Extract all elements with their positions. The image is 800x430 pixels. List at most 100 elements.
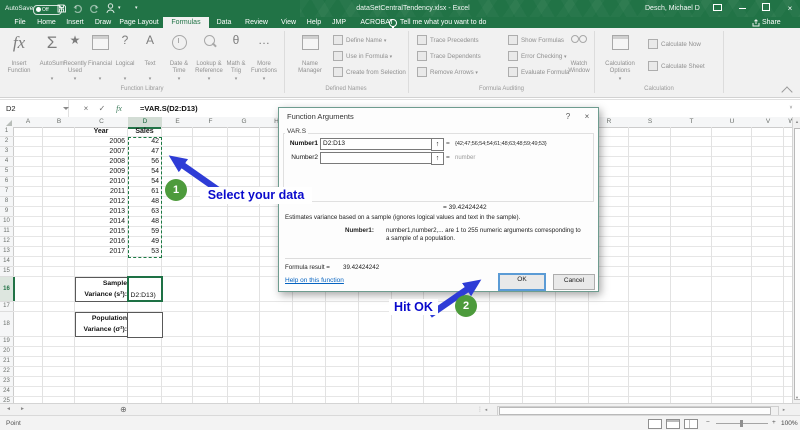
restore-icon[interactable] xyxy=(755,0,777,17)
collapse-ribbon-icon[interactable] xyxy=(781,86,792,97)
trace-precedents-button[interactable]: Trace Precedents xyxy=(417,34,505,48)
page-break-view-icon[interactable] xyxy=(684,419,698,429)
qat-caret2-icon[interactable]: ▾ xyxy=(135,0,138,17)
use-in-formula-button[interactable]: Use in Formula ▾ xyxy=(333,50,407,64)
row-header-21[interactable]: 21 xyxy=(0,357,14,367)
tab-view[interactable]: View xyxy=(275,17,302,28)
vertical-scrollbar[interactable]: ▲ ▼ xyxy=(792,117,800,403)
hscroll-left-icon[interactable]: ◄ xyxy=(484,406,488,414)
year-cell[interactable]: 2017 xyxy=(75,247,129,257)
row-header-17[interactable]: 17 xyxy=(0,302,14,312)
dialog-close-icon[interactable]: × xyxy=(578,108,596,126)
calculate-now-button[interactable]: Calculate Now xyxy=(648,38,720,52)
row-header-5[interactable]: 5 xyxy=(0,167,14,177)
zoom-out-icon[interactable]: − xyxy=(706,419,710,426)
dialog-help-icon[interactable]: ? xyxy=(559,108,577,126)
row-header-1[interactable]: 1 xyxy=(0,127,14,137)
watch-window-button[interactable]: Watch Window xyxy=(563,31,595,85)
tab-file[interactable]: File xyxy=(8,17,32,28)
row-header-6[interactable]: 6 xyxy=(0,177,14,187)
row-header-12[interactable]: 12 xyxy=(0,237,14,247)
calculate-sheet-button[interactable]: Calculate Sheet xyxy=(648,60,720,74)
column-header-E[interactable]: E xyxy=(162,117,193,128)
population-variance-label-cell[interactable]: PopulationVariance (σ²): xyxy=(75,312,130,337)
trace-dependents-button[interactable]: Trace Dependents xyxy=(417,50,505,64)
row-header-20[interactable]: 20 xyxy=(0,347,14,357)
row-header-3[interactable]: 3 xyxy=(0,147,14,157)
sheet-nav-right-icon[interactable]: ► xyxy=(20,404,25,415)
row-header-19[interactable]: 19 xyxy=(0,337,14,347)
name-manager-button[interactable]: Name Manager xyxy=(291,31,329,85)
year-cell[interactable]: 2013 xyxy=(75,207,129,217)
close-icon[interactable]: × xyxy=(779,0,800,17)
zoom-in-icon[interactable]: + xyxy=(772,419,776,426)
tab-home[interactable]: Home xyxy=(33,17,60,28)
year-cell[interactable]: 2014 xyxy=(75,217,129,227)
share-button[interactable]: Share xyxy=(762,17,781,28)
tab-formulas[interactable]: Formulas xyxy=(163,17,209,28)
normal-view-icon[interactable] xyxy=(648,419,662,429)
column-header-F[interactable]: F xyxy=(193,117,228,128)
horizontal-scroll-thumb[interactable] xyxy=(499,407,771,415)
column-header-V[interactable]: V xyxy=(752,117,784,128)
tab-data[interactable]: Data xyxy=(210,17,238,28)
row-header-18[interactable]: 18 xyxy=(0,312,14,337)
namebox-dropdown-icon[interactable] xyxy=(63,107,69,110)
year-cell[interactable]: 2015 xyxy=(75,227,129,237)
calculation-options-button[interactable]: Calculation Options▾ xyxy=(600,31,640,85)
formula-bar-text[interactable]: =VAR.S(D2:D13) xyxy=(140,100,198,117)
user-tool-icon[interactable] xyxy=(106,3,115,14)
undo-icon[interactable] xyxy=(73,4,83,13)
column-header-B[interactable]: B xyxy=(43,117,75,128)
tab-jmp[interactable]: JMP xyxy=(326,17,352,28)
sample-variance-label-cell[interactable]: SampleVariance (s²): xyxy=(75,277,130,302)
scroll-down-icon[interactable]: ▼ xyxy=(793,393,800,403)
date-time-button[interactable]: Date & Time▾ xyxy=(164,31,194,85)
zoom-slider-thumb[interactable] xyxy=(740,420,743,427)
enter-entry-icon[interactable]: ✓ xyxy=(95,100,109,117)
cancel-entry-icon[interactable]: × xyxy=(79,100,93,117)
tab-acrobat[interactable]: ACROBAT xyxy=(351,17,403,28)
ok-button[interactable]: OK xyxy=(498,273,546,291)
year-cell[interactable]: 2007 xyxy=(75,147,129,157)
row-header-11[interactable]: 11 xyxy=(0,227,14,237)
tab-insert[interactable]: Insert xyxy=(61,17,89,28)
row-header-24[interactable]: 24 xyxy=(0,387,14,397)
row-header-4[interactable]: 4 xyxy=(0,157,14,167)
scroll-up-icon[interactable]: ▲ xyxy=(793,117,800,127)
row-header-14[interactable]: 14 xyxy=(0,257,14,267)
minimize-icon[interactable] xyxy=(731,0,753,17)
tab-draw[interactable]: Draw xyxy=(90,17,116,28)
vertical-scroll-thumb[interactable] xyxy=(794,128,800,400)
new-sheet-icon[interactable]: ⊕ xyxy=(120,405,127,415)
row-header-9[interactable]: 9 xyxy=(0,207,14,217)
tab-scroll-divider[interactable]: ⋮ xyxy=(477,406,483,413)
qat-caret-icon[interactable]: ▾ xyxy=(118,0,121,17)
column-header-W[interactable]: W xyxy=(784,117,792,128)
help-on-function-link[interactable]: Help on this function xyxy=(285,277,344,284)
column-header-S[interactable]: S xyxy=(629,117,671,128)
redo-icon[interactable] xyxy=(89,4,99,13)
year-cell[interactable]: 2011 xyxy=(75,187,129,197)
number1-input[interactable]: D2:D13 xyxy=(320,138,432,150)
year-header-cell[interactable]: Year xyxy=(75,127,127,137)
lookup-reference-button[interactable]: Lookup & Reference▾ xyxy=(194,31,224,85)
insert-function-fx-icon[interactable]: fx xyxy=(112,100,126,117)
more-functions-button[interactable]: …More Functions▾ xyxy=(249,31,279,85)
column-header-T[interactable]: T xyxy=(671,117,712,128)
population-variance-value-cell[interactable] xyxy=(127,312,163,338)
row-header-10[interactable]: 10 xyxy=(0,217,14,227)
row-header-13[interactable]: 13 xyxy=(0,247,14,257)
math-trig-button[interactable]: θMath & Trig▾ xyxy=(221,31,251,85)
number1-collapse-icon[interactable]: ↑ xyxy=(431,138,444,151)
year-cell[interactable]: 2010 xyxy=(75,177,129,187)
create-from-selection-button[interactable]: Create from Selection xyxy=(333,66,407,80)
tell-me-box[interactable]: Tell me what you want to do xyxy=(400,17,486,28)
dialog-title[interactable]: Function Arguments xyxy=(279,108,606,126)
row-header-15[interactable]: 15 xyxy=(0,267,14,277)
year-cell[interactable]: 2009 xyxy=(75,167,129,177)
row-header-2[interactable]: 2 xyxy=(0,137,14,147)
row-header-22[interactable]: 22 xyxy=(0,367,14,377)
remove-arrows-button[interactable]: Remove Arrows ▾ xyxy=(417,66,505,80)
column-header-U[interactable]: U xyxy=(712,117,752,128)
